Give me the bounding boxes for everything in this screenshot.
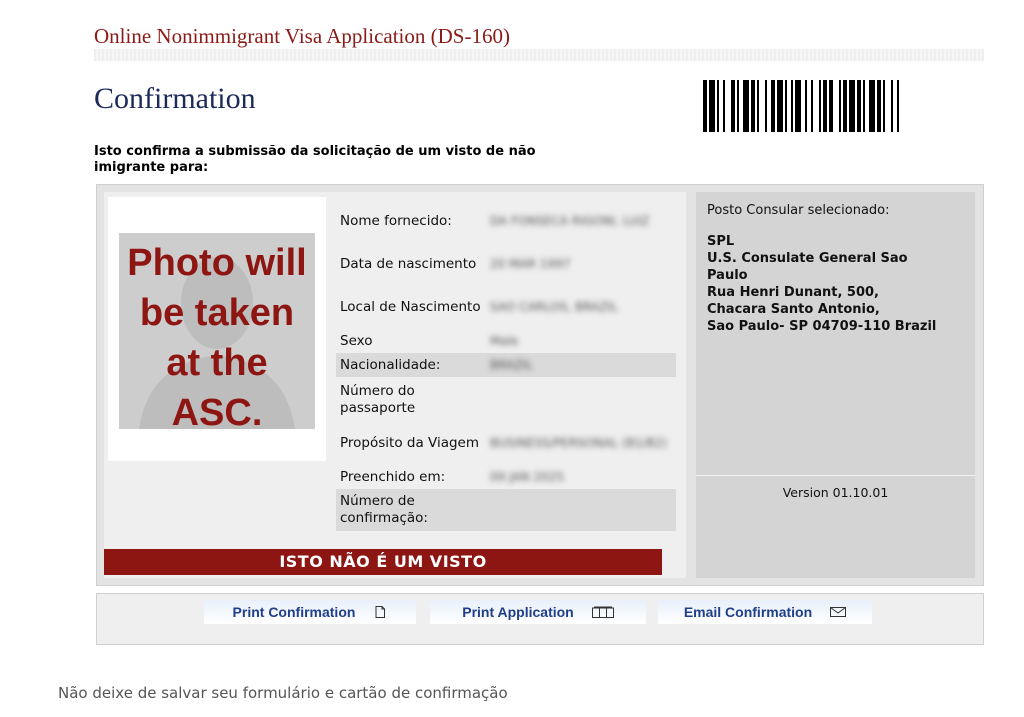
- section-divider: [696, 475, 975, 476]
- barcode-bar: [795, 80, 801, 132]
- barcode-bar: [829, 80, 833, 132]
- barcode-bar: [751, 80, 755, 132]
- barcode-bar: [843, 80, 847, 132]
- barcode-bar: [891, 80, 893, 132]
- title-divider: [94, 49, 984, 61]
- barcode-bar: [791, 80, 793, 132]
- barcode-bar: [883, 80, 885, 132]
- applicant-row-filled-on: Preenchido em: 09 JAN 2025: [336, 466, 676, 488]
- row-value: 09 JAN 2025: [490, 469, 564, 484]
- barcode-bar: [897, 80, 899, 132]
- applicant-row-sex: Sexo Male: [336, 330, 676, 352]
- barcode-bar: [765, 80, 767, 132]
- not-a-visa-banner: ISTO NÃO É UM VISTO: [104, 549, 662, 575]
- barcode-bar: [877, 80, 881, 132]
- row-label: Preenchido em:: [340, 468, 446, 485]
- barcode-bar: [811, 80, 813, 132]
- barcode-bar: [709, 80, 715, 132]
- barcode-bar: [819, 80, 821, 132]
- applicant-row-birth-place: Local de Nascimento SAO CARLOS, BRAZIL: [336, 288, 676, 326]
- address-line: Sao Paulo- SP 04709-110 Brazil: [707, 319, 937, 334]
- applicant-row-birth-date: Data de nascimento 20 MAR 1997: [336, 245, 676, 283]
- applicant-row-purpose: Propósito da Viagem BUSINESS/PERSONAL (B…: [336, 424, 676, 462]
- print-application-button[interactable]: Print Application: [430, 600, 646, 624]
- barcode-bar: [823, 80, 827, 132]
- intro-text: Isto confirma a submissão da solicitação…: [94, 144, 536, 175]
- document-icon: [375, 606, 386, 618]
- barcode-bar: [869, 80, 875, 132]
- barcode-bar: [777, 80, 783, 132]
- applicant-row-passport: Número do passaporte: [336, 381, 676, 419]
- barcode-bar: [785, 80, 787, 132]
- row-value: BRAZIL: [490, 357, 533, 372]
- row-value: BUSINESS/PERSONAL (B1/B2): [490, 435, 668, 450]
- address-line: Rua Henri Dunant, 500,: [707, 285, 879, 300]
- photo-notice-line: Photo will: [127, 242, 307, 284]
- row-value: 20 MAR 1997: [490, 256, 571, 271]
- address-line: U.S. Consulate General Sao: [707, 251, 908, 266]
- pages-icon: [591, 606, 614, 618]
- address-line: Chacara Santo Antonio,: [707, 302, 880, 317]
- address-line: Paulo: [707, 268, 748, 283]
- row-label: Número do passaporte: [340, 383, 416, 416]
- email-confirmation-label: Email Confirmation: [683, 604, 813, 620]
- barcode-bar: [849, 80, 855, 132]
- print-confirmation-button[interactable]: Print Confirmation: [204, 600, 416, 624]
- address-line: SPL: [707, 234, 735, 249]
- row-value: SAO CARLOS, BRAZIL: [490, 299, 618, 314]
- version-text: Version 01.10.01: [782, 485, 889, 500]
- print-confirmation-label: Print Confirmation: [232, 604, 356, 620]
- consular-post-label: Posto Consular selecionado:: [707, 203, 890, 218]
- photo-notice: Photo will be taken at the ASC.: [108, 238, 326, 438]
- photo-notice-line: at the: [166, 342, 268, 384]
- footer-note: Não deixe de salvar seu formulário e car…: [58, 684, 508, 702]
- row-label: Número de confirmação:: [340, 493, 428, 526]
- barcode-bar: [703, 80, 707, 132]
- barcode-bar: [717, 80, 719, 132]
- barcode-bar: [857, 80, 861, 132]
- barcode-bar: [757, 80, 759, 132]
- row-value: DA FONSECA RIGONI, LUIZ: [490, 213, 650, 228]
- barcode: [703, 80, 899, 132]
- barcode-bar: [863, 80, 865, 132]
- barcode-bar: [737, 80, 739, 132]
- row-label: Nacionalidade:: [340, 356, 441, 373]
- row-label: Local de Nascimento: [340, 298, 481, 315]
- row-label: Propósito da Viagem: [340, 434, 479, 451]
- email-confirmation-button[interactable]: Email Confirmation: [658, 600, 872, 624]
- barcode-bar: [839, 80, 841, 132]
- photo-notice-line: ASC.: [171, 392, 263, 434]
- app-title: Online Nonimmigrant Visa Application (DS…: [94, 24, 510, 48]
- barcode-bar: [731, 80, 735, 132]
- barcode-bar: [805, 80, 807, 132]
- consular-post-address: SPL U.S. Consulate General Sao Paulo Rua…: [707, 233, 936, 335]
- barcode-bar: [723, 80, 725, 132]
- applicant-row-nationality: Nacionalidade: BRAZIL: [336, 353, 676, 377]
- print-application-label: Print Application: [462, 604, 574, 620]
- envelope-icon: [830, 607, 847, 617]
- row-value: Male: [490, 333, 519, 348]
- row-label: Data de nascimento: [340, 255, 477, 272]
- photo-notice-line: be taken: [139, 292, 295, 334]
- row-label: Sexo: [340, 332, 373, 349]
- barcode-bar: [771, 80, 775, 132]
- page-title: Confirmation: [94, 82, 256, 115]
- row-label: Nome fornecido:: [340, 212, 452, 229]
- barcode-bar: [743, 80, 749, 132]
- applicant-row-confirmation-number: Número de confirmação:: [336, 489, 676, 531]
- applicant-row-name: Nome fornecido: DA FONSECA RIGONI, LUIZ: [336, 202, 676, 240]
